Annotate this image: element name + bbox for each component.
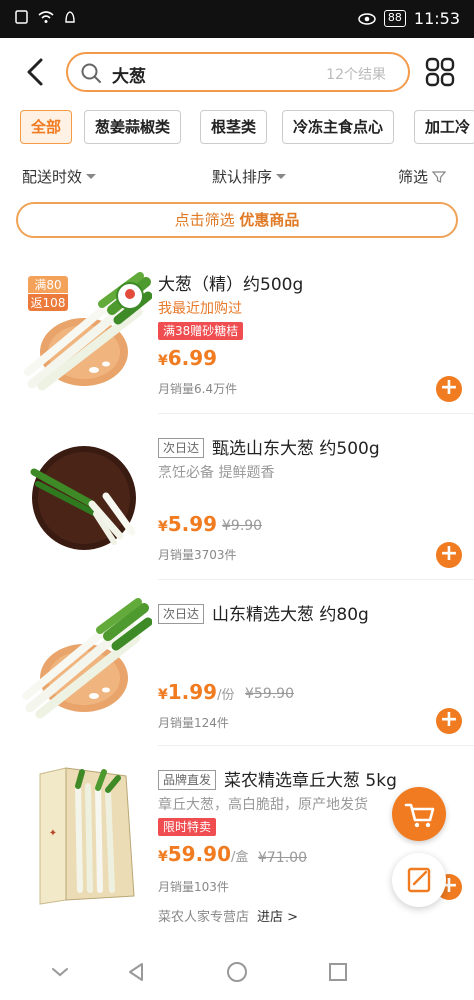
original-price: ¥9.90 bbox=[222, 518, 263, 534]
category-bar: 全部 葱姜蒜椒类 根茎类 冷冻主食点心 加工冷 bbox=[0, 110, 474, 146]
price-symbol: ¥ bbox=[158, 849, 168, 865]
dropdown-caret-icon bbox=[276, 174, 287, 179]
store-name: 菜农人家专营店 bbox=[158, 910, 250, 925]
battery-indicator: 88 bbox=[383, 10, 406, 27]
category-chip-roots[interactable]: 根茎类 bbox=[200, 110, 268, 144]
product-subtitle: 我最近加购过 bbox=[158, 301, 242, 317]
product-title[interactable]: 品牌直发 菜农精选章丘大葱 5kg bbox=[158, 766, 397, 791]
price-symbol: ¥ bbox=[158, 687, 168, 703]
monthly-sales: 月销量3703件 bbox=[158, 548, 237, 562]
cart-icon bbox=[404, 803, 435, 828]
product-title-text: 山东精选大葱 约80g bbox=[212, 605, 369, 625]
promo-badge-top: 满80 bbox=[28, 276, 68, 293]
store-link[interactable]: 菜农人家专营店 进店 > bbox=[158, 906, 298, 925]
sort-default[interactable]: 默认排序 bbox=[212, 166, 287, 187]
promo-tag: 满38赠砂糖桔 bbox=[158, 322, 244, 340]
category-chip-processed[interactable]: 加工冷 bbox=[414, 110, 474, 144]
product-title-text: 菜农精选章丘大葱 5kg bbox=[224, 771, 397, 791]
price: ¥59.90/盒 bbox=[158, 842, 248, 866]
category-chip-frozen[interactable]: 冷冻主食点心 bbox=[282, 110, 395, 144]
price-value: 1.99 bbox=[167, 680, 218, 704]
price-unit: /盒 bbox=[231, 850, 249, 865]
search-query[interactable]: 大葱 bbox=[112, 62, 146, 87]
price-value: 59.90 bbox=[167, 842, 232, 866]
promo-bold-text: 优惠商品 bbox=[239, 211, 300, 229]
add-to-cart-button[interactable]: + bbox=[436, 708, 462, 734]
limited-sale-tag: 限时特卖 bbox=[158, 818, 217, 836]
original-price: ¥71.00 bbox=[258, 850, 307, 866]
eye-icon bbox=[358, 12, 376, 25]
dropdown-caret-icon bbox=[86, 174, 97, 179]
product-card[interactable]: 满80 返108 大葱（精）约500g 我最近加购过 满38赠砂糖桔 ¥6.99… bbox=[0, 252, 474, 414]
product-title[interactable]: 次日达 山东精选大葱 约80g bbox=[158, 600, 369, 625]
promo-filter-button[interactable]: 点击筛选 优惠商品 bbox=[16, 202, 458, 238]
price-value: 6.99 bbox=[167, 346, 218, 370]
filter-button[interactable]: 筛选 bbox=[398, 166, 447, 187]
promo-badge-bottom: 返108 bbox=[28, 294, 68, 311]
product-subtitle: 章丘大葱，高白脆甜，原产地发货 bbox=[158, 797, 368, 813]
collapse-icon[interactable] bbox=[48, 960, 72, 984]
sim-icon bbox=[15, 10, 28, 24]
grid-view-icon[interactable] bbox=[424, 56, 456, 88]
sort-default-label: 默认排序 bbox=[212, 168, 273, 186]
search-icon bbox=[81, 63, 101, 83]
product-subtitle: 烹饪必备 提鲜题香 bbox=[158, 465, 275, 481]
price-unit: /份 bbox=[217, 688, 235, 703]
result-count: 12个结果 bbox=[326, 67, 386, 83]
add-to-cart-button[interactable]: + bbox=[436, 376, 462, 402]
product-title[interactable]: 大葱（精）约500g bbox=[158, 270, 303, 295]
delivery-tag: 次日达 bbox=[158, 438, 205, 458]
product-card[interactable]: 次日达 甄选山东大葱 约500g 烹饪必备 提鲜题香 ¥5.99 ¥9.90 月销… bbox=[0, 414, 474, 580]
system-nav-bar bbox=[0, 946, 474, 1000]
nav-home-icon[interactable] bbox=[225, 960, 249, 984]
product-title-text: 甄选山东大葱 约500g bbox=[212, 439, 380, 459]
delivery-tag: 次日达 bbox=[158, 604, 205, 624]
header: 大葱 12个结果 bbox=[0, 38, 474, 106]
nav-recents-icon[interactable] bbox=[326, 960, 350, 984]
price-symbol: ¥ bbox=[158, 519, 168, 535]
nav-back-icon[interactable] bbox=[124, 960, 148, 984]
price: ¥1.99/份 bbox=[158, 680, 235, 704]
enter-store-link[interactable]: 进店 > bbox=[257, 910, 298, 925]
notification-icon bbox=[65, 11, 75, 23]
price-value: 5.99 bbox=[167, 512, 218, 536]
product-image[interactable] bbox=[22, 598, 152, 728]
search-input[interactable]: 大葱 12个结果 bbox=[66, 52, 410, 92]
category-chip-onion-ginger[interactable]: 葱姜蒜椒类 bbox=[84, 110, 182, 144]
original-price: ¥59.90 bbox=[245, 686, 294, 702]
sort-delivery-label: 配送时效 bbox=[22, 168, 83, 186]
sort-delivery[interactable]: 配送时效 bbox=[22, 166, 97, 187]
sort-bar: 配送时效 默认排序 筛选 bbox=[0, 160, 474, 194]
filter-label: 筛选 bbox=[398, 168, 429, 186]
back-icon[interactable] bbox=[20, 56, 50, 88]
product-title[interactable]: 次日达 甄选山东大葱 约500g bbox=[158, 434, 380, 459]
promo-text: 点击筛选 bbox=[174, 211, 240, 229]
wifi-icon bbox=[38, 11, 54, 23]
clock: 11:53 bbox=[413, 9, 460, 28]
price: ¥5.99 bbox=[158, 512, 217, 536]
edit-note-icon bbox=[407, 867, 431, 893]
brand-tag: 品牌直发 bbox=[158, 770, 217, 790]
status-bar: 88 11:53 bbox=[0, 0, 474, 38]
category-chip-all[interactable]: 全部 bbox=[20, 110, 73, 144]
product-card[interactable]: 次日达 山东精选大葱 约80g ¥1.99/份 ¥59.90 月销量124件 + bbox=[0, 580, 474, 746]
svg-text:✦: ✦ bbox=[49, 828, 57, 839]
monthly-sales: 月销量6.4万件 bbox=[158, 382, 238, 396]
product-image[interactable]: ✦ bbox=[22, 766, 152, 906]
monthly-sales: 月销量124件 bbox=[158, 716, 229, 730]
monthly-sales: 月销量103件 bbox=[158, 880, 229, 894]
edit-list-button[interactable] bbox=[392, 853, 446, 907]
cart-button[interactable] bbox=[392, 787, 446, 841]
product-image[interactable] bbox=[22, 432, 152, 562]
funnel-icon bbox=[432, 170, 447, 183]
price: ¥6.99 bbox=[158, 346, 217, 370]
product-card[interactable]: ✦ 品牌直发 菜农精选章丘大葱 5kg 章丘大葱，高白脆甜，原产地发货 限时特卖 … bbox=[0, 746, 474, 936]
add-to-cart-button[interactable]: + bbox=[436, 542, 462, 568]
price-symbol: ¥ bbox=[158, 353, 168, 369]
